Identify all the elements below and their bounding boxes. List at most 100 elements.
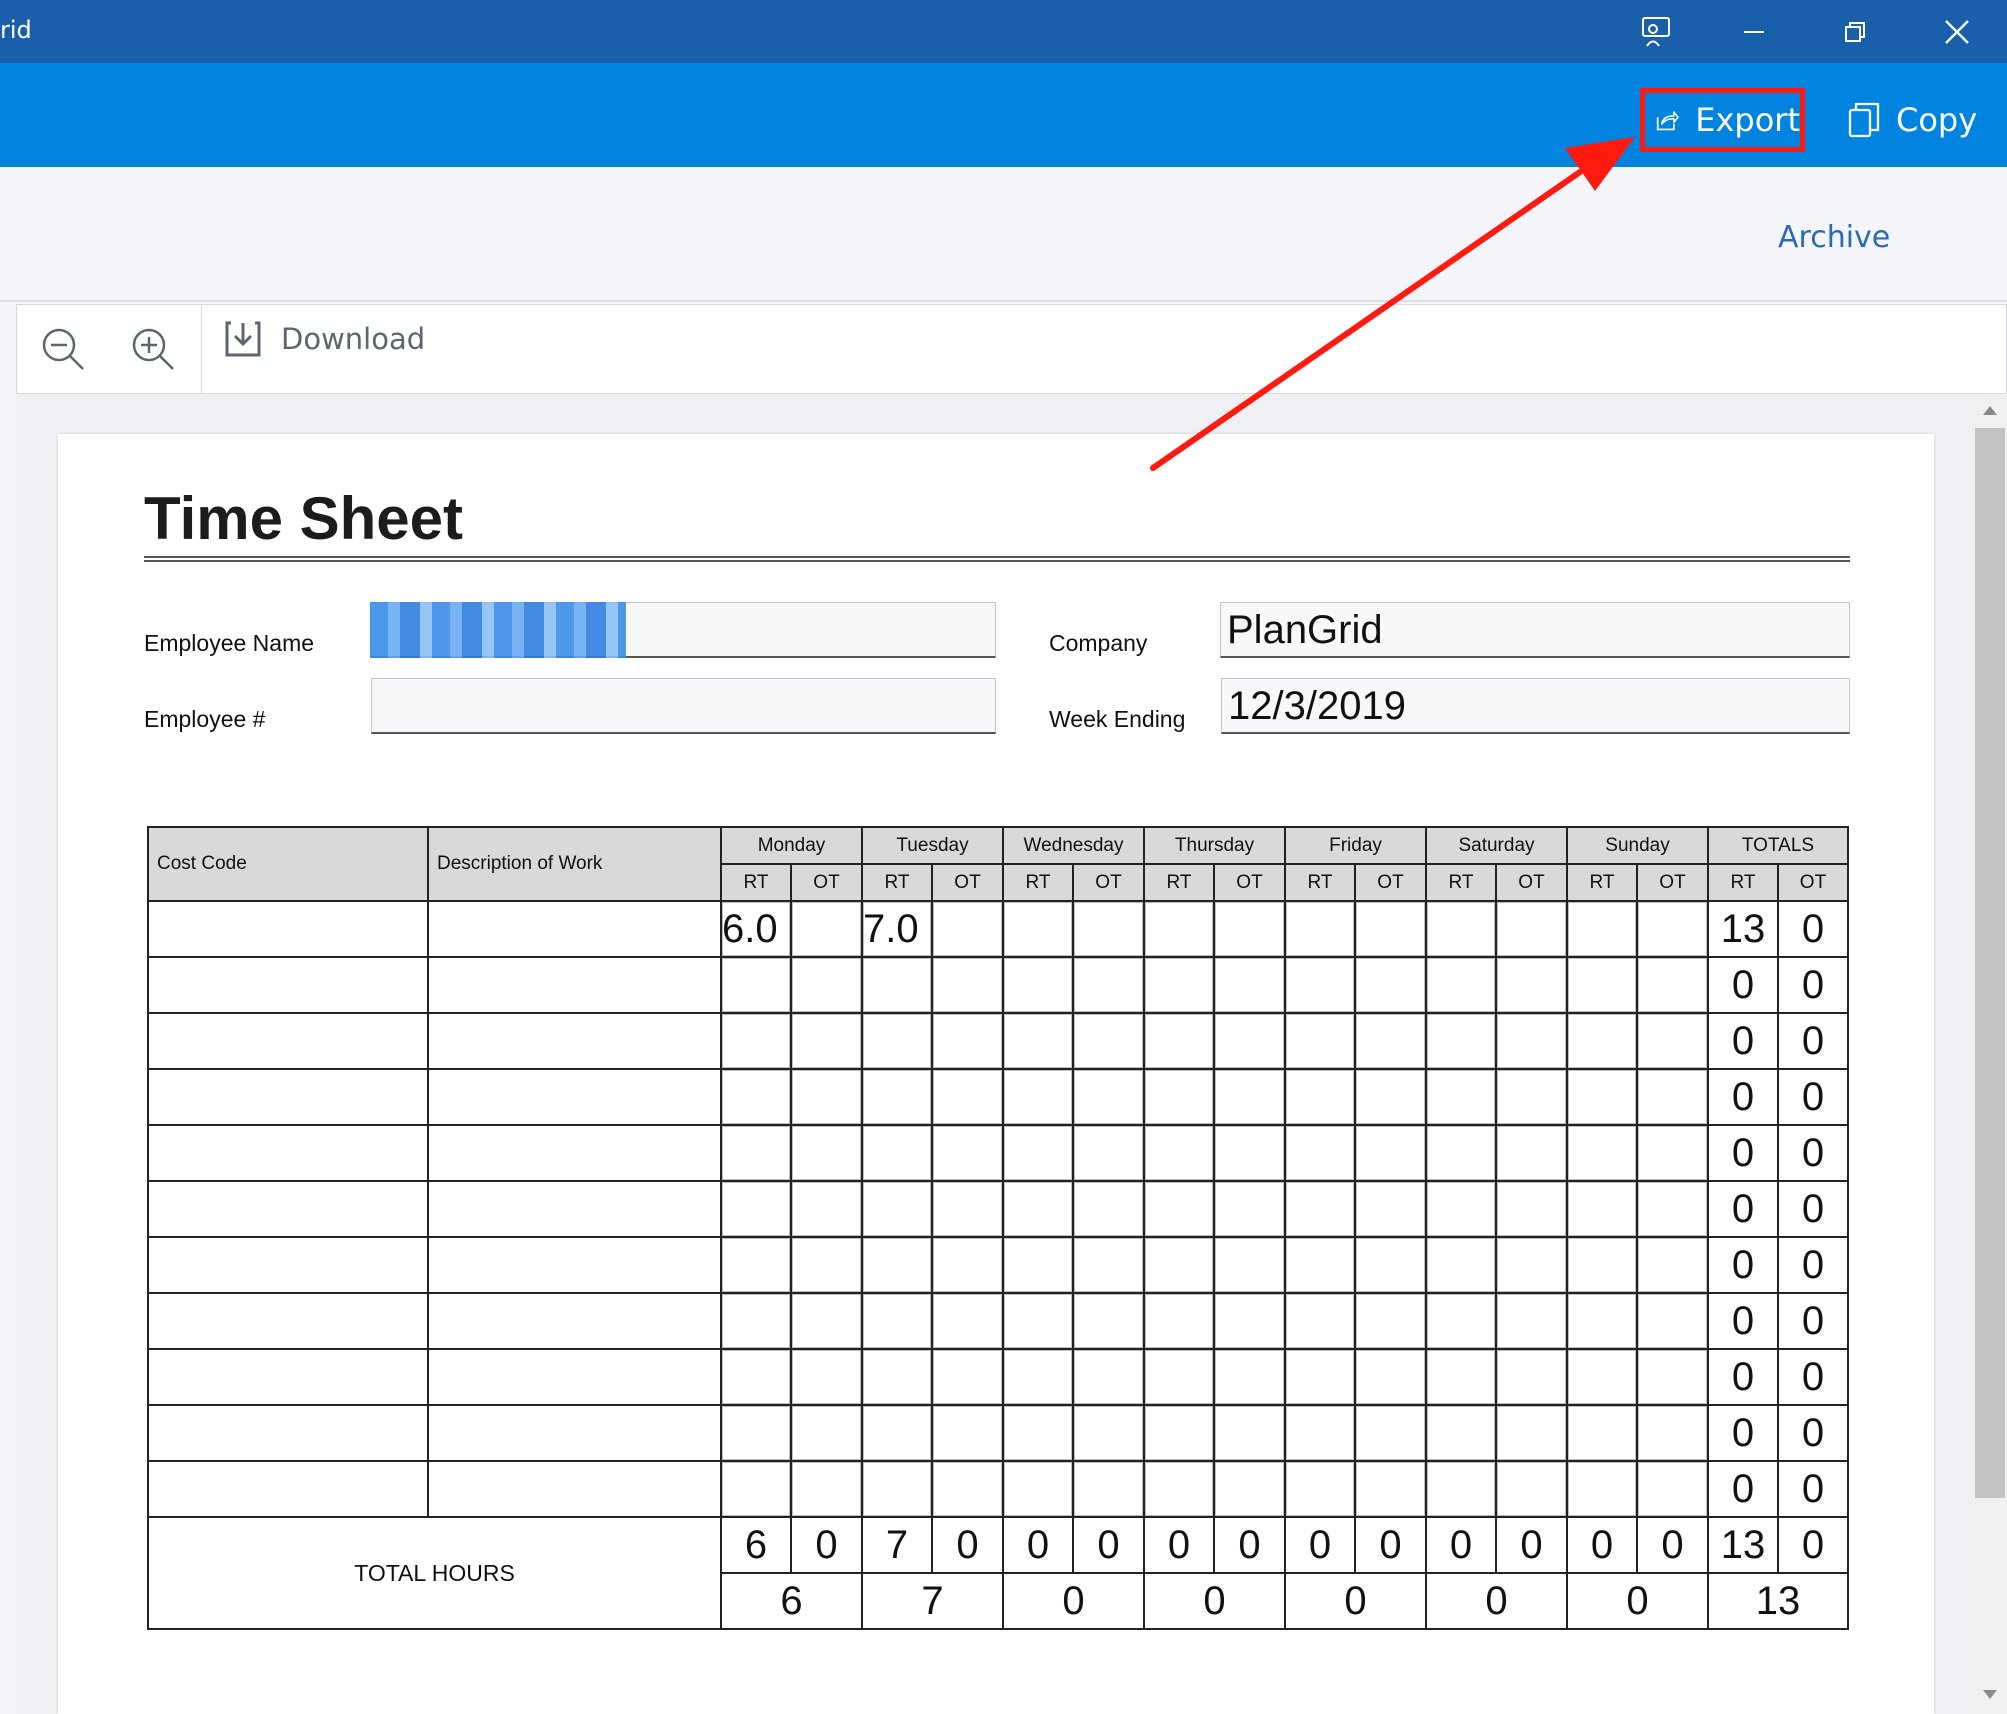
hours-cell[interactable] (1213, 1460, 1286, 1518)
minimize-button[interactable] (1714, 0, 1794, 63)
week-ending-field[interactable]: 12/3/2019 (1221, 678, 1850, 734)
hours-cell[interactable] (1002, 1068, 1074, 1126)
hours-cell[interactable] (931, 1348, 1004, 1406)
hours-cell[interactable] (1213, 1348, 1286, 1406)
hours-cell[interactable] (1495, 1068, 1568, 1126)
hours-cell[interactable] (1636, 1180, 1709, 1238)
hours-cell[interactable] (861, 1404, 933, 1462)
hours-cell[interactable] (1495, 1292, 1568, 1350)
hours-cell[interactable] (1143, 1180, 1215, 1238)
hours-cell[interactable] (1143, 1012, 1215, 1070)
hours-cell[interactable] (931, 1068, 1004, 1126)
hours-cell[interactable] (1425, 1236, 1497, 1294)
hours-cell[interactable] (1143, 1124, 1215, 1182)
hours-cell[interactable] (1143, 1068, 1215, 1126)
hours-cell[interactable] (790, 956, 863, 1014)
hours-cell[interactable] (1354, 1236, 1427, 1294)
hours-cell[interactable] (1425, 956, 1497, 1014)
hours-cell[interactable] (861, 1068, 933, 1126)
hours-cell[interactable] (1566, 1292, 1638, 1350)
close-button[interactable] (1917, 0, 1997, 63)
hours-cell[interactable] (1636, 956, 1709, 1014)
download-button[interactable]: Download (223, 319, 425, 359)
hours-cell[interactable] (861, 1460, 933, 1518)
hours-cell[interactable] (1636, 1404, 1709, 1462)
hours-cell[interactable] (1495, 1236, 1568, 1294)
hours-cell[interactable] (1354, 1124, 1427, 1182)
hours-cell[interactable] (931, 956, 1004, 1014)
hours-cell[interactable] (790, 1460, 863, 1518)
hours-cell[interactable] (1072, 1012, 1145, 1070)
hours-cell[interactable] (1495, 1348, 1568, 1406)
hours-cell[interactable] (1143, 1404, 1215, 1462)
hours-cell[interactable] (1002, 956, 1074, 1014)
description-cell[interactable] (427, 956, 722, 1014)
hours-cell[interactable] (1566, 956, 1638, 1014)
hours-cell[interactable] (1425, 1012, 1497, 1070)
archive-link[interactable]: Archive (1778, 220, 1890, 255)
scrollbar-thumb[interactable] (1975, 428, 2005, 1498)
hours-cell[interactable] (1213, 1292, 1286, 1350)
hours-cell[interactable] (790, 1124, 863, 1182)
cost-code-cell[interactable] (147, 900, 429, 958)
hours-cell[interactable] (720, 1124, 792, 1182)
hours-cell[interactable] (1284, 1068, 1356, 1126)
cost-code-cell[interactable] (147, 956, 429, 1014)
hours-cell[interactable] (861, 1012, 933, 1070)
cost-code-cell[interactable] (147, 1180, 429, 1238)
hours-cell[interactable] (1072, 1460, 1145, 1518)
description-cell[interactable] (427, 1236, 722, 1294)
employee-number-field[interactable] (371, 678, 996, 734)
scroll-up-icon[interactable] (1983, 406, 1997, 415)
description-cell[interactable] (427, 900, 722, 958)
hours-cell[interactable] (790, 900, 863, 958)
hours-cell[interactable] (1002, 1460, 1074, 1518)
hours-cell[interactable] (1002, 1012, 1074, 1070)
hours-cell[interactable] (1284, 900, 1356, 958)
hours-cell[interactable] (720, 1460, 792, 1518)
hours-cell[interactable] (1495, 956, 1568, 1014)
hours-cell[interactable] (1425, 1068, 1497, 1126)
hours-cell[interactable] (1566, 1068, 1638, 1126)
hours-cell[interactable] (1425, 1124, 1497, 1182)
cost-code-cell[interactable] (147, 1404, 429, 1462)
hours-cell[interactable] (720, 956, 792, 1014)
hours-cell[interactable] (1566, 900, 1638, 958)
hours-cell[interactable] (1284, 1180, 1356, 1238)
hours-cell[interactable] (1566, 1348, 1638, 1406)
hours-cell[interactable] (1425, 1180, 1497, 1238)
cost-code-cell[interactable] (147, 1292, 429, 1350)
hours-cell[interactable] (1636, 1236, 1709, 1294)
hours-cell[interactable] (1072, 1404, 1145, 1462)
hours-cell[interactable] (1284, 1404, 1356, 1462)
hours-cell[interactable] (931, 1460, 1004, 1518)
hours-cell[interactable] (1284, 1012, 1356, 1070)
hours-cell[interactable] (1213, 1236, 1286, 1294)
hours-cell[interactable] (1636, 1012, 1709, 1070)
hours-cell[interactable] (1495, 1012, 1568, 1070)
hours-cell[interactable] (1354, 1068, 1427, 1126)
export-button[interactable]: Export (1640, 88, 1805, 152)
hours-cell[interactable] (1143, 1236, 1215, 1294)
description-cell[interactable] (427, 1404, 722, 1462)
hours-cell[interactable] (1566, 1236, 1638, 1294)
hours-cell[interactable] (861, 1292, 933, 1350)
hours-cell[interactable] (1002, 1124, 1074, 1182)
hours-cell[interactable] (1143, 1348, 1215, 1406)
description-cell[interactable] (427, 1124, 722, 1182)
hours-cell[interactable] (1354, 1460, 1427, 1518)
hours-cell[interactable] (1354, 1348, 1427, 1406)
hours-cell[interactable] (790, 1180, 863, 1238)
hours-cell[interactable] (1495, 900, 1568, 958)
hours-cell[interactable] (1566, 1180, 1638, 1238)
hours-cell[interactable] (1636, 1460, 1709, 1518)
hours-cell[interactable] (1002, 1348, 1074, 1406)
hours-cell[interactable] (1213, 1012, 1286, 1070)
hours-cell[interactable] (1072, 1348, 1145, 1406)
hours-cell[interactable] (1425, 900, 1497, 958)
hours-cell[interactable] (720, 1180, 792, 1238)
hours-cell[interactable] (1425, 1404, 1497, 1462)
hours-cell[interactable] (1072, 1124, 1145, 1182)
hours-cell[interactable] (1213, 1404, 1286, 1462)
hours-cell[interactable] (1636, 1068, 1709, 1126)
